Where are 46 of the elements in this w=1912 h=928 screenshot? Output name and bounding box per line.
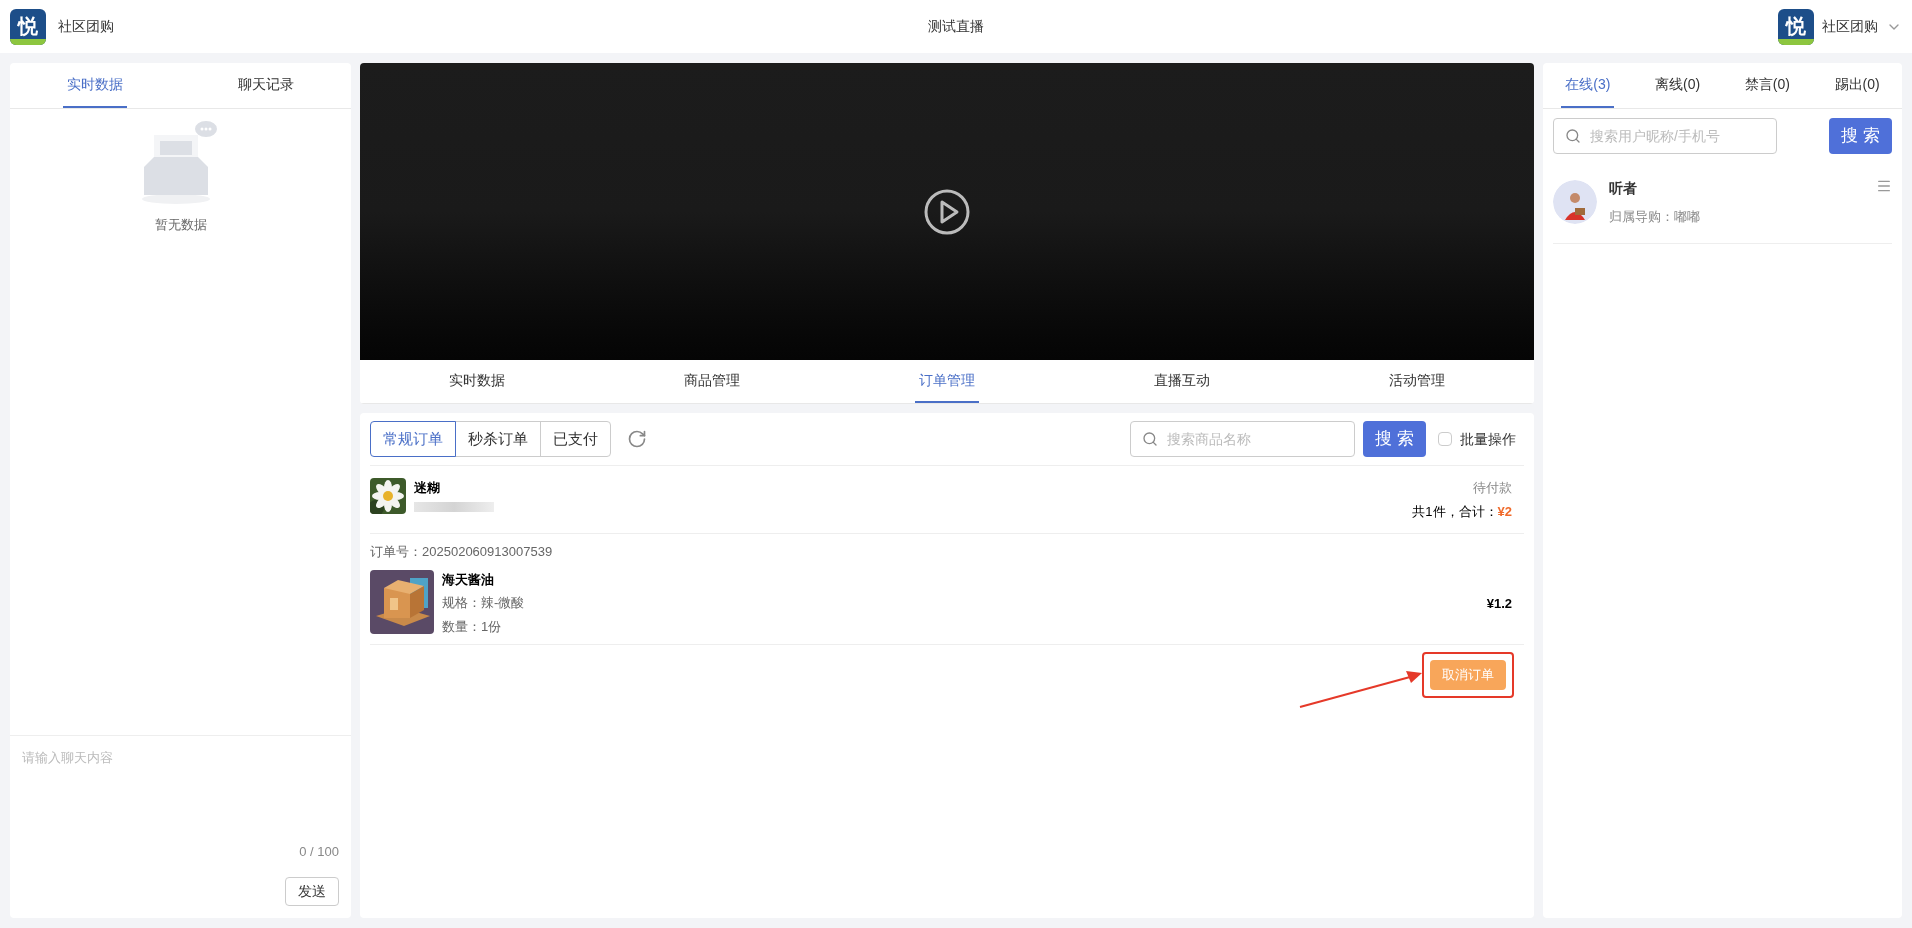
tab[interactable]: 聊天记录	[233, 63, 298, 108]
filter-tab[interactable]: 已支付	[540, 421, 611, 457]
user-name: 听者	[1609, 179, 1638, 198]
search-button[interactable]: 搜 索	[1829, 118, 1892, 154]
customer-name: 迷糊	[414, 479, 441, 497]
product-name: 海天酱油	[442, 570, 495, 589]
order-status: 待付款	[1473, 479, 1512, 497]
product-spec: 规格：辣-微酸	[442, 594, 525, 612]
menu-icon[interactable]	[1876, 178, 1892, 194]
filter-tab[interactable]: 秒杀订单	[455, 421, 541, 457]
product-quantity: 数量：1份	[442, 617, 503, 636]
page-title: 测试直播	[928, 17, 984, 36]
tab[interactable]: 商品管理	[680, 360, 745, 403]
checkbox[interactable]	[1438, 432, 1452, 446]
app-logo: 悦	[1778, 8, 1814, 45]
app-name: 社区团购	[58, 17, 114, 36]
tab[interactable]: 踢出(0)	[1830, 63, 1884, 108]
order-number: 订单号：202502060913007539	[370, 543, 553, 561]
user-search-field[interactable]: 搜索用户昵称/手机号	[1553, 118, 1777, 154]
filter-tab[interactable]: 常规订单	[370, 421, 456, 457]
checkbox-label: 批量操作	[1460, 429, 1516, 449]
order-total: ¥2	[1497, 502, 1512, 521]
tab[interactable]: 在线(3)	[1561, 63, 1615, 108]
char-counter: 0 / 100	[299, 842, 339, 861]
search-icon	[1142, 431, 1159, 447]
refresh-icon[interactable]	[627, 429, 647, 449]
search-button[interactable]: 搜 索	[1363, 421, 1426, 457]
tab[interactable]: 实时数据	[445, 360, 510, 403]
app-logo: 悦	[10, 8, 46, 45]
chat-input-field[interactable]: 请输入聊天内容	[22, 748, 339, 834]
account-name: 社区团购	[1822, 17, 1878, 36]
tab[interactable]: 活动管理	[1384, 360, 1449, 403]
tab[interactable]: 禁言(0)	[1740, 63, 1794, 108]
tab[interactable]: 离线(0)	[1651, 63, 1705, 108]
product-search-field[interactable]: 搜索商品名称	[1130, 421, 1356, 457]
tab[interactable]: 直播互动	[1149, 360, 1214, 403]
tab[interactable]: 订单管理	[915, 360, 979, 403]
play-icon[interactable]	[923, 187, 971, 236]
product-price: ¥1.2	[1486, 594, 1512, 613]
avatar	[1553, 180, 1597, 225]
order-summary: 共1件，合计：	[1412, 502, 1498, 521]
user-guide: 归属导购：嘟嘟	[1609, 208, 1701, 226]
empty-text: 暂无数据	[154, 216, 207, 234]
search-icon	[1565, 128, 1581, 144]
tab[interactable]: 实时数据	[63, 63, 128, 108]
send-button[interactable]: 发送	[285, 877, 339, 906]
